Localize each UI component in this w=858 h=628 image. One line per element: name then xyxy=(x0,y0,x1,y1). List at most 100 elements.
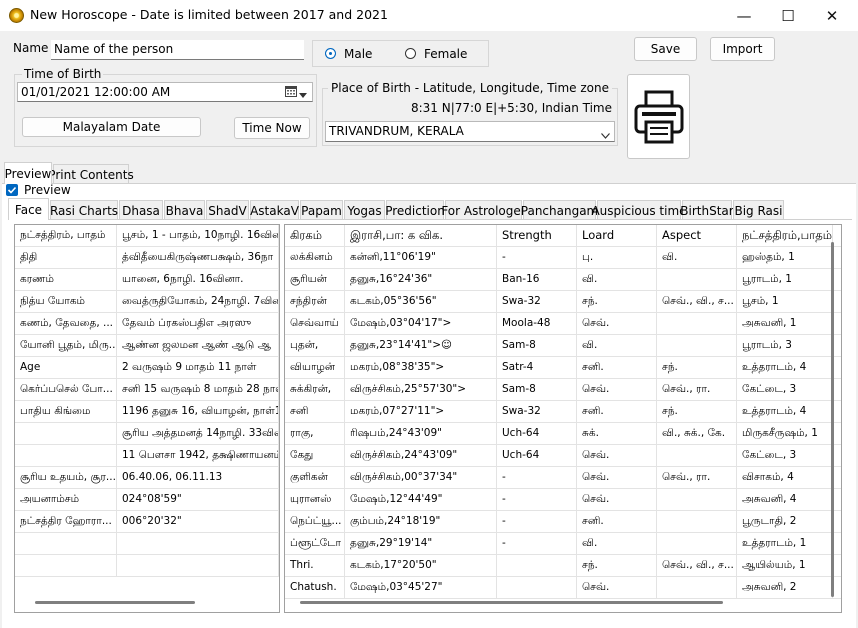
planet-cell: சூரியன் xyxy=(285,269,345,290)
aspect-cell xyxy=(657,313,737,334)
strength-cell: Uch-64 xyxy=(497,445,577,466)
table-row[interactable]: நெப்ட்யூ... கும்பம்,24°18'19" - சனி. பூருடாத… xyxy=(285,511,841,533)
tab-papam[interactable]: Papam xyxy=(300,200,343,220)
tab-yogas[interactable]: Yogas xyxy=(344,200,385,220)
table-row[interactable] xyxy=(15,555,279,577)
datetime-picker[interactable]: 01/01/2021 12:00:00 AM xyxy=(17,82,313,102)
female-radio[interactable] xyxy=(405,48,416,59)
nakshatra-cell: ஆயில்யம், 1 xyxy=(737,555,833,576)
table-row[interactable]: நட்சத்திர ஹோரா... 006°20'32" xyxy=(15,511,279,533)
table-row[interactable]: அயனாம்சம் 024°08'59" xyxy=(15,489,279,511)
table-row[interactable]: நித்ய யோகம் வைத்ருதியோகம், 24நாழி. 7வின xyxy=(15,291,279,313)
table-row[interactable]: ராகு, ரிஷபம்,24°43'09" Uch-64 சுக். வி., சுக… xyxy=(285,423,841,445)
tab-for-astrologer[interactable]: For Astrologer xyxy=(441,200,526,220)
tab-dhasa[interactable]: Dhasa xyxy=(119,200,163,220)
table-row[interactable]: சூரியன் தனுசு,16°24'36" Ban-16 வி. பூராடம், … xyxy=(285,269,841,291)
column-header[interactable]: Strength xyxy=(497,225,577,246)
table-row[interactable]: சூரிய உதயம், சூர... 06.40.06, 06.11.13 xyxy=(15,467,279,489)
face-summary-table: நட்சத்திரம், பாதம் பூசம், 1 - பாதம், 10நா… xyxy=(14,224,280,613)
place-select[interactable]: TRIVANDRUM, KERALA xyxy=(325,121,615,142)
column-header[interactable]: இராசி,பா: க விக. xyxy=(345,225,497,246)
close-button[interactable]: ✕ xyxy=(810,0,854,31)
planet-cell: Thri. xyxy=(285,555,345,576)
table-row[interactable]: கெர்ப்பசெல் போ... சனி 15 வருஷம் 8 மாதம் 2… xyxy=(15,379,279,401)
male-radio[interactable] xyxy=(325,48,336,59)
rasi-cell: கும்பம்,24°18'19" xyxy=(345,511,497,532)
table-row[interactable]: வியாழன் மகரம்,08°38'35"> Satr-4 சனி. சந். உத்… xyxy=(285,357,841,379)
time-now-button[interactable]: Time Now xyxy=(234,117,310,139)
table-row[interactable]: சந்திரன் கடகம்,05°36'56" Swa-32 சந். செவ்., … xyxy=(285,291,841,313)
tab-prediction[interactable]: Prediction xyxy=(385,200,445,220)
tab-preview[interactable]: Preview xyxy=(4,162,52,184)
table-row[interactable]: Thri. கடகம்,17°20'50" சந். செவ்., வி., ச...… xyxy=(285,555,841,577)
tab-big-rasi[interactable]: Big Rasi xyxy=(733,200,784,220)
table-row[interactable]: கேது விருச்சிகம்,24°43'09" Uch-64 செவ். கேட்… xyxy=(285,445,841,467)
tab-astakav[interactable]: AstakaV xyxy=(250,200,299,220)
column-header[interactable]: நட்சத்திரம்,பாதம் xyxy=(737,225,833,246)
table-row[interactable]: ப்ளூட்டோ தனுசு,29°19'14" - வி. உத்தராடம், 1 xyxy=(285,533,841,555)
save-button[interactable]: Save xyxy=(634,37,697,61)
table-row[interactable]: குளிகன் விருச்சிகம்,00°37'34" - செவ். செவ்.,… xyxy=(285,467,841,489)
rasi-cell: விருச்சிகம்,24°43'09" xyxy=(345,445,497,466)
table-row[interactable]: சனி மகரம்,07°27'11"> Swa-32 சனி. சந். உத்தராட… xyxy=(285,401,841,423)
rasi-cell: மகரம்,08°38'35"> xyxy=(345,357,497,378)
tab-shadv[interactable]: ShadV xyxy=(206,200,249,220)
property-value-cell: சனி 15 வருஷம் 8 மாதம் 28 நாள் xyxy=(117,379,279,400)
print-button[interactable] xyxy=(627,74,690,159)
strength-cell: Moola-48 xyxy=(497,313,577,334)
table-row[interactable]: யோனி பூதம், மிரு... ஆண்ன ஜலமன ஆண் ஆடு ஆ xyxy=(15,335,279,357)
table-row[interactable]: 11 பௌசா 1942, தக்ஷிணாயனம், xyxy=(15,445,279,467)
table-row[interactable]: Chatush. மேஷம்,03°45'27" செவ். அசுவனி, 2 xyxy=(285,577,841,599)
tab-print-contents[interactable]: Print Contents xyxy=(48,164,134,184)
lord-cell: சுக். xyxy=(577,423,657,444)
column-header[interactable]: Aspect xyxy=(657,225,737,246)
column-header[interactable]: கிரகம் xyxy=(285,225,345,246)
property-name-cell: பாதிய கிங்மை xyxy=(15,401,117,422)
tab-bhava[interactable]: Bhava xyxy=(164,200,205,220)
name-input[interactable]: Name of the person xyxy=(51,40,304,60)
rasi-cell: மேஷம்,12°44'49" xyxy=(345,489,497,510)
table-row[interactable]: Age 2 வருஷம் 9 மாதம் 11 நாள் xyxy=(15,357,279,379)
lord-cell: சனி. xyxy=(577,357,657,378)
table-row[interactable]: நட்சத்திரம், பாதம் பூசம், 1 - பாதம், 10நா… xyxy=(15,225,279,247)
property-name-cell xyxy=(15,533,117,554)
planet-cell: யுரானஸ் xyxy=(285,489,345,510)
nakshatra-cell: விசாகம், 4 xyxy=(737,467,833,488)
table-row[interactable]: கணம், தேவதை, ... தேவம் ப்ரகஸ்பதிஎ அரஸு xyxy=(15,313,279,335)
datetime-dropdown-icon[interactable] xyxy=(299,88,307,98)
planet-table-v-scrollbar[interactable] xyxy=(831,242,834,597)
column-header[interactable]: Loard xyxy=(577,225,657,246)
property-name-cell: அயனாம்சம் xyxy=(15,489,117,510)
import-button[interactable]: Import xyxy=(710,37,775,61)
property-value-cell: 1196 தனுசு 16, வியாழன், நாள்187 xyxy=(117,401,279,422)
table-row[interactable]: சூரிய அத்தமனத் 14நாழி. 33வின xyxy=(15,423,279,445)
property-value-cell xyxy=(117,555,279,576)
chevron-down-icon[interactable] xyxy=(601,128,610,139)
tab-birthstar[interactable]: BirthStar xyxy=(680,200,734,220)
table-row[interactable]: யுரானஸ் மேஷம்,12°44'49" - செவ். அசுவனி, 4 xyxy=(285,489,841,511)
preview-checkbox[interactable] xyxy=(6,184,18,196)
aspect-cell xyxy=(657,577,737,598)
malayalam-date-button[interactable]: Malayalam Date xyxy=(22,117,201,137)
tab-panchangam[interactable]: Panchangam xyxy=(521,200,598,220)
table-row[interactable]: புதன், தனுசு,23°14'41">☺ Sam-8 வி. பூராடம், … xyxy=(285,335,841,357)
table-row[interactable]: திதி த்விதீயைகிருஷ்ணபக்ஷம், 36நா xyxy=(15,247,279,269)
planet-table-h-scrollbar[interactable] xyxy=(300,601,723,604)
table-row[interactable]: செவ்வாய் மேஷம்,03°04'17"> Moola-48 செவ். அசு… xyxy=(285,313,841,335)
calendar-icon[interactable] xyxy=(285,85,297,97)
table-row[interactable]: லக்கினம் கன்னி,11°06'19" - பு. வி. ஹஸ்தம், 1 xyxy=(285,247,841,269)
property-name-cell: கரணம் xyxy=(15,269,117,290)
tab-auspicious-time[interactable]: Auspicious time xyxy=(591,200,687,220)
aspect-cell: செவ்., வி., ச... xyxy=(657,555,737,576)
planet-cell: புதன், xyxy=(285,335,345,356)
left-table-h-scrollbar[interactable] xyxy=(35,601,195,604)
table-row[interactable]: பாதிய கிங்மை 1196 தனுசு 16, வியாழன், நாள்… xyxy=(15,401,279,423)
table-row[interactable] xyxy=(15,533,279,555)
table-row[interactable]: கரணம் யானை, 6நாழி. 16வினா. xyxy=(15,269,279,291)
planet-cell: Chatush. xyxy=(285,577,345,598)
table-row[interactable]: சுக்கிரன், விருச்சிகம்,25°57'30"> Sam-8 செவ… xyxy=(285,379,841,401)
minimize-button[interactable]: — xyxy=(722,0,766,31)
maximize-button[interactable]: ☐ xyxy=(766,0,810,31)
tab-rasi-charts[interactable]: Rasi Charts xyxy=(50,200,118,220)
tab-face[interactable]: Face xyxy=(8,198,49,220)
